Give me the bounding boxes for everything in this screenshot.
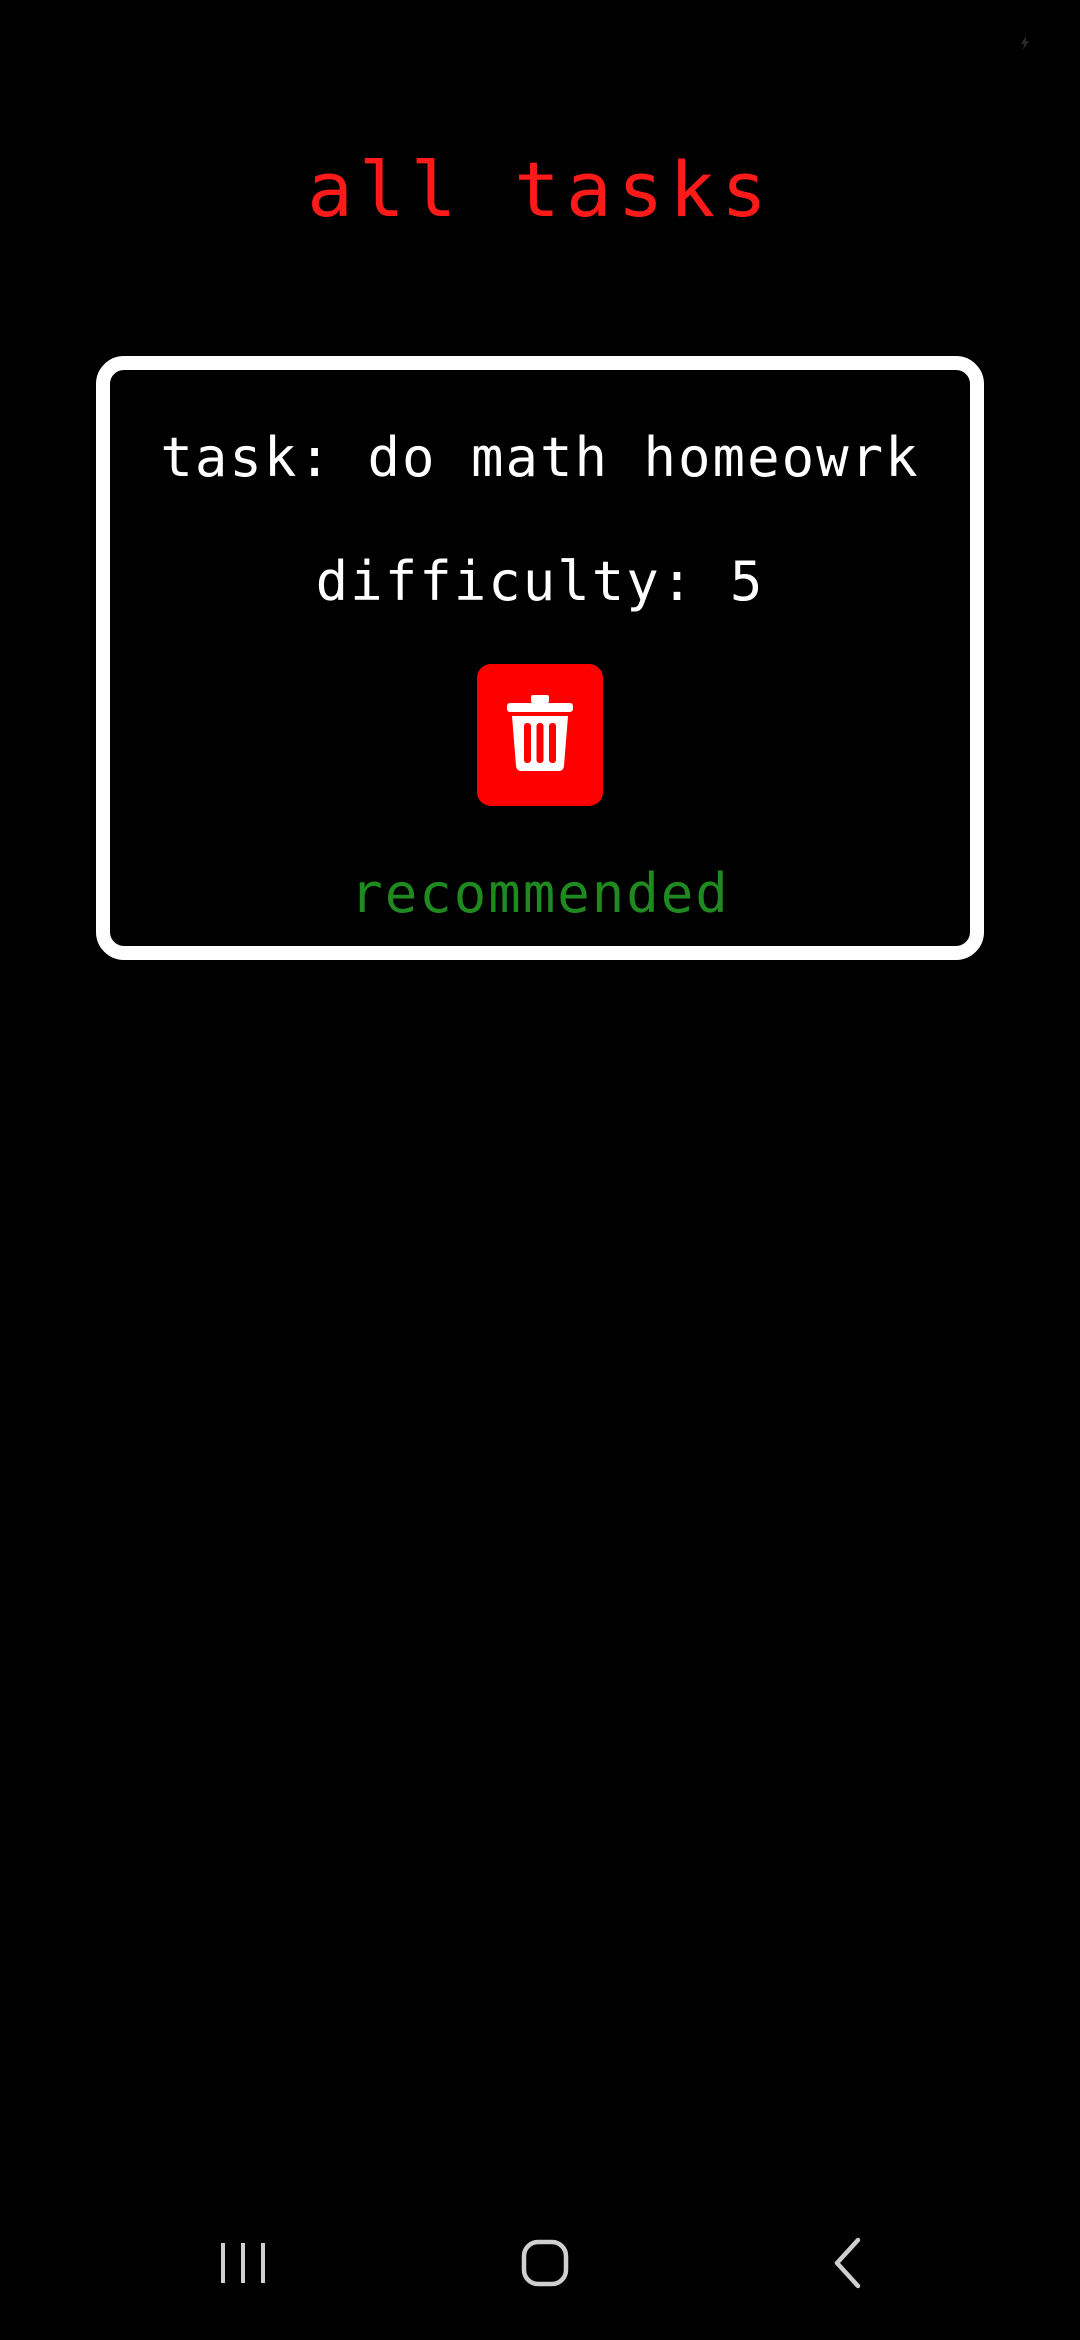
trash-icon [507,695,573,775]
recents-icon [219,2241,267,2289]
task-name: do math homeowrk [367,426,920,489]
recents-button[interactable] [163,2190,323,2340]
page-title: all tasks [307,145,773,234]
difficulty-label: difficulty: [315,550,696,613]
system-nav-bar [0,2190,1080,2340]
task-name-line: task: do math homeowrk [110,426,970,489]
home-button[interactable] [465,2190,625,2340]
difficulty-value: 5 [729,550,765,613]
recommended-label: recommended [350,862,730,925]
difficulty-line: difficulty: 5 [110,550,970,613]
back-button[interactable] [768,2190,928,2340]
task-label: task: [160,426,333,489]
status-indicator-icon [1020,36,1030,50]
task-card: task: do math homeowrk difficulty: 5 rec… [96,356,984,960]
back-icon [832,2237,864,2293]
home-icon [521,2239,569,2291]
delete-task-button[interactable] [477,664,603,806]
